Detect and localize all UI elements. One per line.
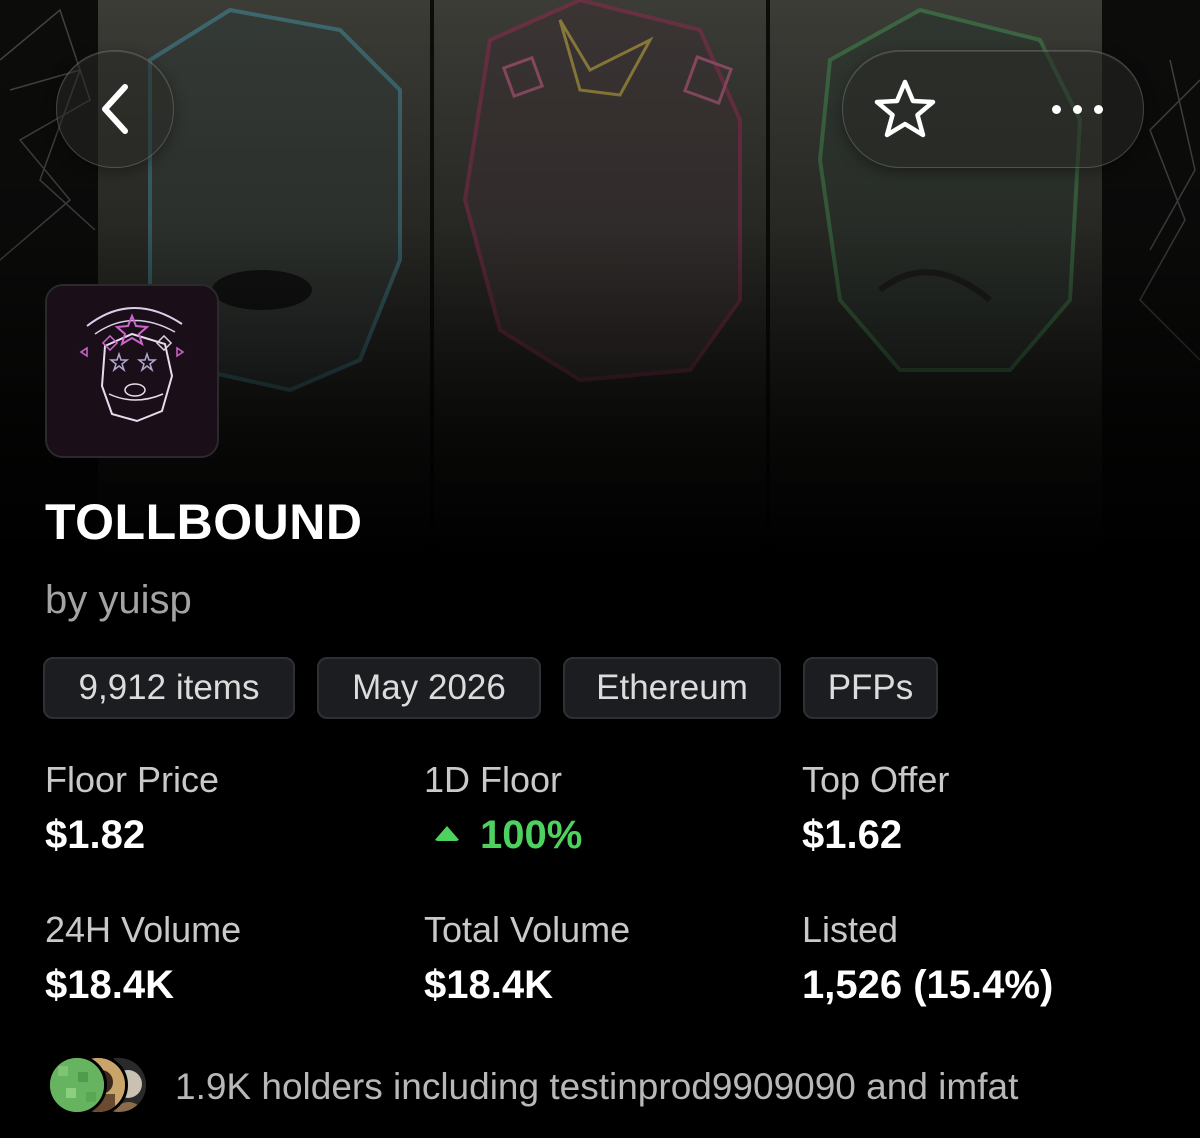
holder-avatar: [47, 1055, 107, 1115]
tag-items[interactable]: 9,912 items: [43, 657, 295, 719]
stat-value-total-volume: $18.4K: [424, 963, 553, 1007]
stat-label-floor-price: Floor Price: [45, 759, 220, 800]
holders-row[interactable]: 1.9K holders including testinprod9909090…: [47, 1055, 1167, 1123]
header-actions: [842, 50, 1144, 168]
collection-avatar: [45, 284, 219, 458]
chevron-left-icon: [102, 84, 128, 134]
stat-label-1d-floor: 1D Floor: [424, 759, 563, 800]
stat-value-1d-floor: 100%: [434, 810, 582, 860]
stat-label-total-volume: Total Volume: [424, 909, 631, 950]
more-horizontal-icon: [1051, 104, 1061, 114]
back-button[interactable]: [56, 50, 174, 168]
more-options-button[interactable]: [1035, 77, 1119, 141]
creator-link[interactable]: by yuisp: [45, 574, 192, 626]
stat-1d-floor-percent: 100%: [480, 813, 583, 857]
stat-value-24h-volume: $18.4K: [45, 963, 174, 1007]
favorite-button[interactable]: [873, 77, 937, 141]
holders-summary: 1.9K holders including testinprod9909090…: [175, 1066, 1019, 1107]
holder-avatar-art: [50, 1058, 104, 1112]
stat-label-listed: Listed: [802, 909, 899, 950]
collection-title: TOLLBOUND: [45, 494, 363, 550]
mask-logo-icon: [47, 286, 217, 456]
more-dot: [1093, 104, 1103, 114]
tag-date[interactable]: May 2026: [317, 657, 541, 719]
triangle-up-icon: [434, 825, 460, 841]
star-outline-icon: [874, 79, 936, 138]
tag-chain[interactable]: Ethereum: [563, 657, 781, 719]
stat-label-24h-volume: 24H Volume: [45, 909, 242, 950]
stat-value-listed: 1,526 (15.4%): [802, 963, 1054, 1007]
stat-value-top-offer: $1.62: [802, 813, 903, 857]
stat-value-floor-price: $1.82: [45, 813, 146, 857]
stat-label-top-offer: Top Offer: [802, 759, 950, 800]
more-dot: [1072, 104, 1082, 114]
tag-category[interactable]: PFPs: [803, 657, 938, 719]
